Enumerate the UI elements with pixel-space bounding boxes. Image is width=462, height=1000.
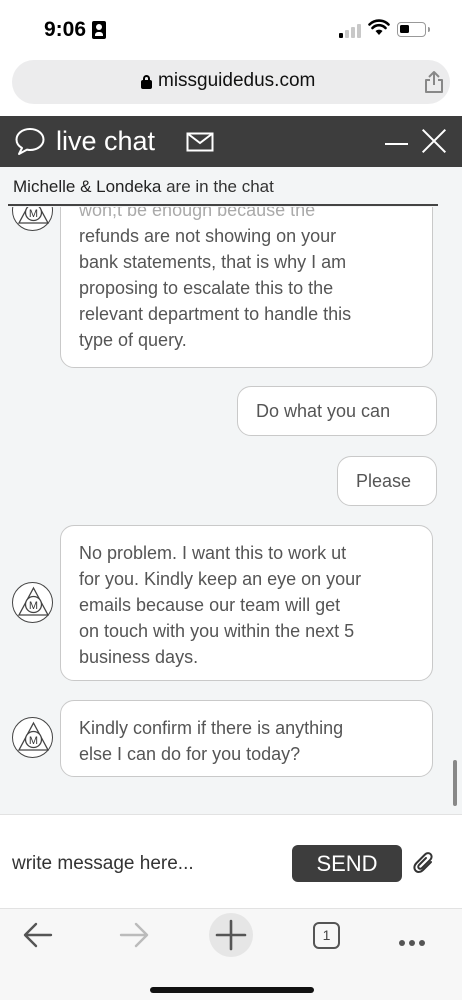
participants-bar: Michelle & Londeka are in the chat (0, 167, 462, 207)
chat-header: live chat (0, 116, 462, 167)
cellular-signal-icon (339, 22, 363, 38)
message-line: bank statements, that is why I am (79, 252, 347, 272)
agent-message: won;t be enough because the refunds are … (60, 207, 433, 368)
message-line: else I can do for you today? (79, 744, 301, 764)
message-list[interactable]: M won;t be enough because the refunds ar… (0, 207, 462, 814)
forward-arrow-icon[interactable] (118, 921, 150, 949)
close-icon[interactable] (421, 128, 447, 154)
message-line: proposing to escalate this to the (79, 278, 334, 298)
avatar-letter: M (29, 600, 38, 612)
chat-bubble-icon (15, 128, 45, 155)
chat-title: live chat (56, 126, 156, 156)
participants-text: Michelle & Londeka are in the chat (13, 177, 274, 197)
browser-toolbar: 1 (0, 908, 462, 1000)
message-line: Please (356, 471, 412, 491)
new-tab-button[interactable] (209, 913, 253, 957)
send-button[interactable]: SEND (292, 845, 402, 882)
more-icon[interactable] (399, 933, 429, 951)
message-input[interactable] (12, 851, 282, 877)
agent-avatar: M (12, 717, 53, 758)
message-composer: SEND (0, 814, 462, 908)
avatar-letter: M (29, 735, 38, 747)
user-message: Please (337, 456, 437, 506)
paperclip-icon[interactable] (412, 850, 436, 876)
participants-suffix: are in the chat (161, 177, 274, 196)
home-indicator (150, 987, 314, 993)
url-text: missguidedus.com (158, 70, 316, 91)
back-arrow-icon[interactable] (22, 921, 54, 949)
message-line: emails because our team will get (79, 595, 341, 615)
status-time: 9:06 (44, 18, 87, 41)
status-bar: 9:06 (0, 0, 462, 58)
message-line: type of query. (79, 330, 187, 350)
minimize-icon[interactable] (385, 143, 408, 145)
user-message: Do what you can (237, 386, 437, 436)
agent-avatar: M (12, 582, 53, 623)
message-line: Do what you can (256, 401, 391, 421)
message-line: won;t be enough because the (79, 207, 316, 220)
message-line: No problem. I want this to work ut (79, 543, 347, 563)
plus-icon (215, 919, 247, 951)
avatar-letter: M (29, 208, 38, 220)
share-icon[interactable] (423, 70, 445, 94)
tabs-button[interactable]: 1 (313, 922, 340, 949)
divider (8, 204, 438, 206)
message-line: on touch with you within the next 5 (79, 621, 355, 641)
agent-message: No problem. I want this to work ut for y… (60, 525, 433, 681)
message-line: relevant department to handle this (79, 304, 352, 324)
agent-avatar: M (12, 207, 53, 231)
message-line: refunds are not showing on your (79, 226, 337, 246)
participants-names: Michelle & Londeka (13, 177, 162, 196)
wifi-icon (368, 19, 390, 35)
message-line: for you. Kindly keep an eye on your (79, 569, 362, 589)
lock-icon (141, 75, 152, 89)
contact-card-icon (92, 21, 106, 39)
message-line: business days. (79, 647, 199, 667)
scrollbar-thumb[interactable] (453, 760, 457, 806)
address-bar[interactable]: missguidedus.com (12, 60, 450, 104)
battery-icon (397, 22, 430, 37)
message-line: Kindly confirm if there is anything (79, 718, 344, 738)
agent-message: Kindly confirm if there is anything else… (60, 700, 433, 777)
email-transcript-icon[interactable] (186, 132, 214, 152)
